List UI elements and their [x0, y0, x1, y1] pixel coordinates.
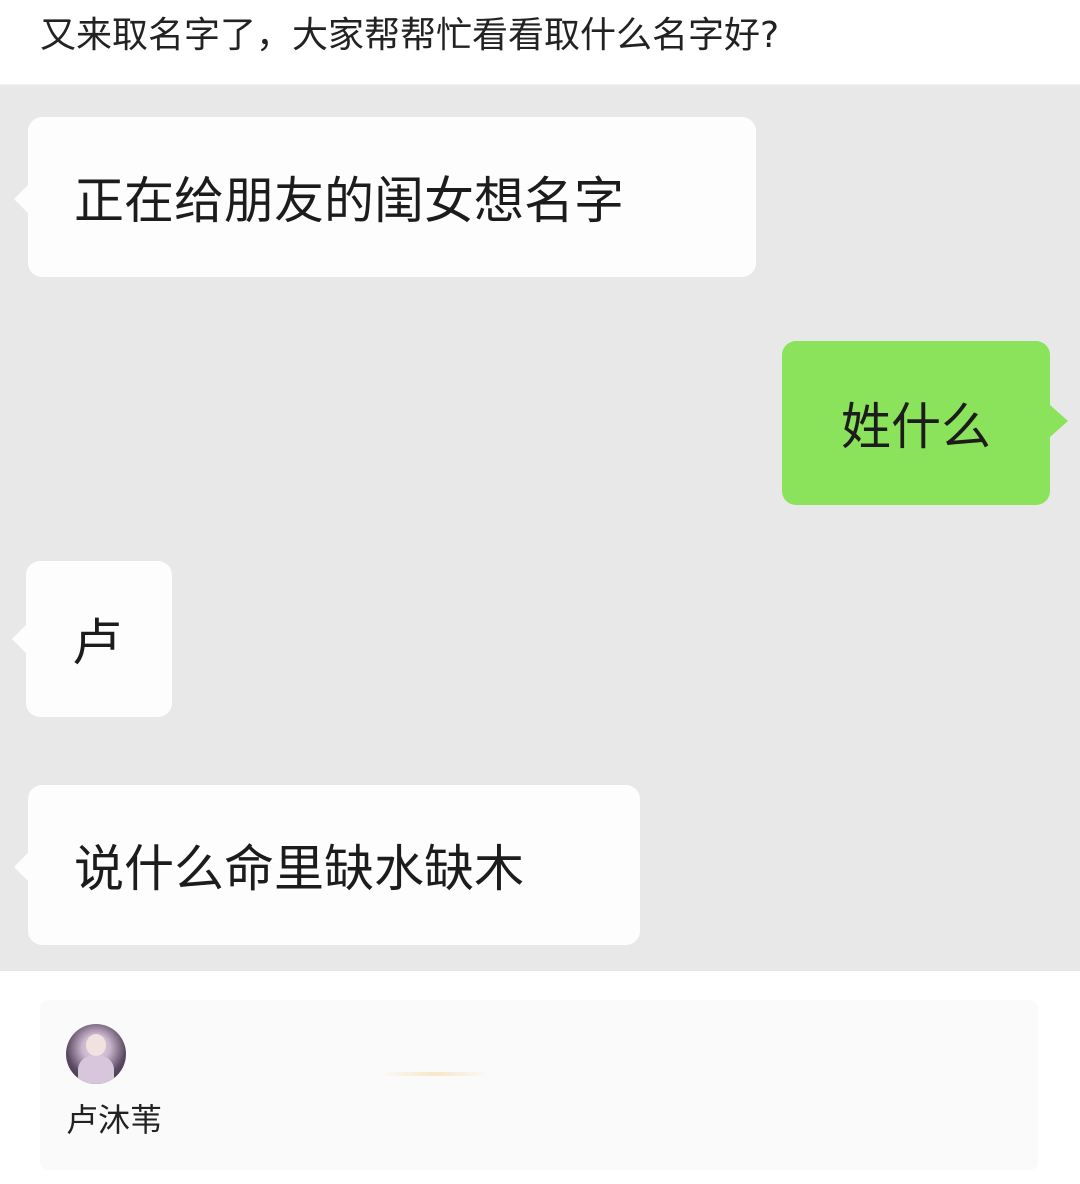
message-text: 卢 — [72, 614, 122, 672]
chat-message-incoming: 卢 — [12, 561, 172, 717]
bubble-tail — [14, 853, 28, 881]
post-title: 又来取名字了，大家帮帮忙看看取什么名字好? — [40, 15, 780, 56]
bubble-tail — [1050, 405, 1068, 437]
user-avatar-icon[interactable] — [66, 1024, 126, 1084]
username[interactable]: 卢沐苇 — [66, 1100, 162, 1140]
chat-message-outgoing: 姓什么 — [782, 341, 1068, 505]
decorative-line — [380, 1072, 490, 1076]
bubble-tail — [14, 185, 28, 213]
avatar-face — [86, 1034, 106, 1056]
chat-message-incoming: 正在给朋友的闺女想名字 — [14, 117, 756, 277]
message-text: 姓什么 — [841, 398, 991, 456]
comment-card[interactable]: 卢沐苇 — [40, 1000, 1038, 1170]
message-text: 正在给朋友的闺女想名字 — [74, 172, 624, 230]
chat-message-incoming: 说什么命里缺水缺木 — [14, 785, 640, 945]
avatar-body — [78, 1056, 114, 1084]
chat-screenshot: 正在给朋友的闺女想名字 姓什么 卢 说什么命里缺水缺木 — [0, 84, 1080, 971]
message-text: 说什么命里缺水缺木 — [74, 840, 524, 898]
bubble-tail — [12, 625, 26, 653]
